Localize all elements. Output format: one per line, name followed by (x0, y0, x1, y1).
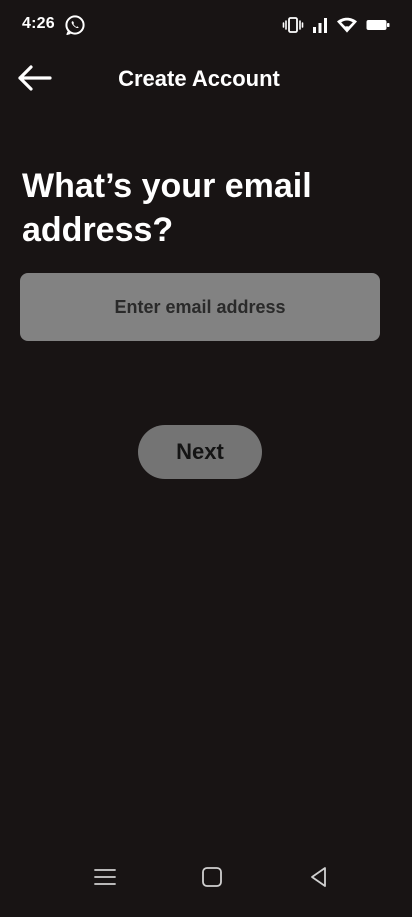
status-bar: 4:26 (0, 0, 412, 52)
home-square-icon (200, 865, 224, 894)
status-time: 4:26 (22, 15, 55, 32)
system-back-button[interactable] (303, 865, 335, 893)
home-button[interactable] (196, 865, 228, 893)
back-triangle-icon (308, 865, 330, 894)
vibrate-icon (282, 15, 304, 35)
email-question-heading: What’s your email address? (22, 167, 312, 249)
status-icons (282, 15, 390, 35)
next-button[interactable]: Next (138, 425, 262, 479)
recent-apps-button[interactable] (89, 865, 121, 893)
wifi-icon (336, 16, 358, 34)
menu-icon (93, 867, 117, 892)
signal-icon (312, 16, 328, 34)
email-input[interactable] (20, 273, 380, 341)
page-title: Create Account (118, 66, 280, 91)
app-bar: Create Account (0, 52, 412, 108)
system-nav-bar (0, 855, 412, 903)
battery-icon (366, 18, 390, 32)
whatsapp-icon (64, 14, 86, 36)
